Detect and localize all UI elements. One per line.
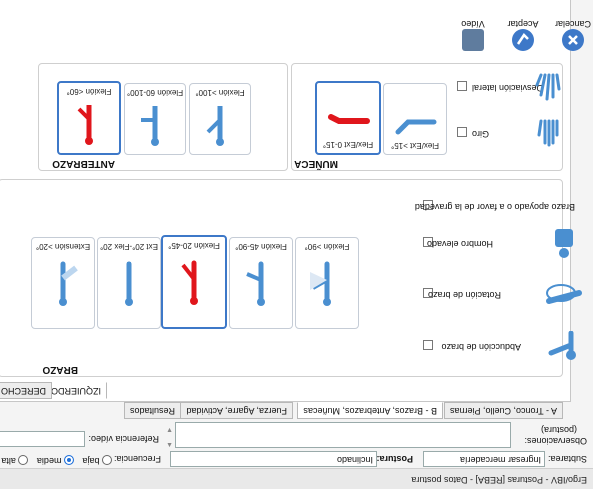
brazo-flexion-45-90-figure-icon [246,261,265,306]
frecuencia-baja-radio[interactable] [102,455,112,466]
accept-button[interactable]: Aceptar [503,19,543,51]
desviacion-lateral-hand-icon [535,73,565,103]
frecuencia-alta-radio[interactable] [18,455,29,466]
brazo-option-ext-flex-20[interactable]: Ext 20°-Flex 20° [97,237,161,329]
observaciones-field[interactable] [175,422,511,448]
antebrazo-flexion-100-figure-icon [206,106,224,146]
tab-fuerza-agarre-actividad[interactable]: Fuerza, Agarre, Actividad [180,402,293,419]
tab-brazos-antebrazos-munecas[interactable]: B - Brazos, Antebrazos, Muñecas [297,402,443,419]
cancel-button[interactable]: Cancelar [553,19,593,51]
muneca-flex-ext-15-figure-icon [395,119,437,135]
abduccion-brazo-label: Abducción de brazo [441,342,521,352]
subtarea-label: Subtarea: [547,454,587,464]
muneca-title: MUÑECA [294,158,338,169]
accept-icon [512,29,534,51]
brazo-neutral-figure-icon [125,261,133,306]
brazo-option-flexion-90[interactable]: Flexión >90° [295,237,359,329]
window-title: Ergo/IBV - Posturas [REBA] - Datos postu… [411,475,587,485]
antebrazo-option-flexion-60-selected[interactable]: Flexión <60° [57,81,121,155]
video-camera-icon [462,29,484,51]
tab-resultados[interactable]: Resultados [123,402,181,419]
tab-tronco-cuello-piernas[interactable]: A - Tronco, Cuello, Piernas [443,402,563,419]
video-button[interactable]: Vídeo [453,19,493,51]
muneca-option-flex-ext-15[interactable]: Flex/Ext >15° [383,83,447,155]
desviacion-lateral-label: Desviación lateral [471,83,543,93]
antebrazo-title: ANTEBRAZO [52,158,115,169]
muneca-flex-ext-0-15-figure-icon [328,114,370,124]
desviacion-lateral-checkbox[interactable] [457,81,467,91]
brazo-option-flexion-20-45-selected[interactable]: Flexión 20-45° [161,235,227,329]
frecuencia-alta-label: alta [1,456,16,466]
observaciones-sub-label: (postura) [540,425,577,435]
title-bar: Ergo/IBV - Posturas [REBA] - Datos postu… [0,468,593,489]
observaciones-label: Observaciones: [524,436,587,446]
referencia-video-field[interactable] [0,431,85,447]
brazo-flexion-20-45-figure-icon [181,260,198,305]
brazo-extension-figure-icon [59,261,78,306]
frecuencia-media-label: media [36,456,62,466]
observaciones-scroll-up-icon[interactable]: ▲ [166,441,173,448]
frecuencia-baja-label: baja [82,456,100,466]
brazo-flexion-90-figure-icon [310,261,331,306]
observaciones-scroll-down-icon[interactable]: ▼ [166,426,173,433]
hombro-elevado-icon [549,227,579,259]
postura-label: Postura: [376,454,413,464]
tab-bar: A - Tronco, Cuello, Piernas B - Brazos, … [0,402,593,419]
subtarea-field[interactable]: Ingresar mercadería [423,451,545,467]
hombro-elevado-label: Hombro elevado [426,239,493,249]
postura-field[interactable]: Inclinado [170,451,377,467]
brazo-apoyado-label: Brazo apoyado o a favor de la gravedad [414,202,575,212]
video-label: Vídeo [461,19,485,29]
accept-label: Aceptar [507,19,539,29]
antebrazo-flexion-60-100-figure-icon [141,106,159,146]
brazo-title: BRAZO [42,364,78,375]
tab-derecho[interactable]: DERECHO [0,382,52,399]
rotacion-brazo-label: Rotación de brazo [427,290,501,300]
brazo-option-flexion-45-90[interactable]: Flexión 45-90° [229,237,293,329]
abduccion-brazo-checkbox[interactable] [423,340,433,350]
tab-izquierdo[interactable]: IZQUIERDO [44,382,107,399]
brazo-option-extension-20[interactable]: Extensión >20° [31,237,95,329]
giro-checkbox[interactable] [457,127,467,137]
giro-label: Giro [471,129,489,139]
frecuencia-media-radio[interactable] [63,455,74,466]
antebrazo-option-flexion-60-100[interactable]: Flexión 60-100° [124,83,186,155]
muneca-option-flex-ext-0-15-selected[interactable]: Flex/Ext 0-15° [315,81,381,155]
frecuencia-label: Frecuencia: [113,454,161,464]
giro-hand-icon [535,119,565,149]
referencia-video-label: Referencia vídeo: [88,434,159,444]
cancel-label: Cancelar [554,19,592,29]
rotacion-brazo-icon [543,279,583,309]
reba-dialog: Ergo/IBV - Posturas [REBA] - Datos postu… [0,0,593,489]
antebrazo-flexion-60-figure-icon [77,105,93,145]
abduccion-brazo-icon [545,330,581,363]
cancel-icon [562,29,584,51]
frecuencia-radio-group: baja media alta [1,455,112,466]
antebrazo-option-flexion-100[interactable]: Flexión >100° [189,83,251,155]
